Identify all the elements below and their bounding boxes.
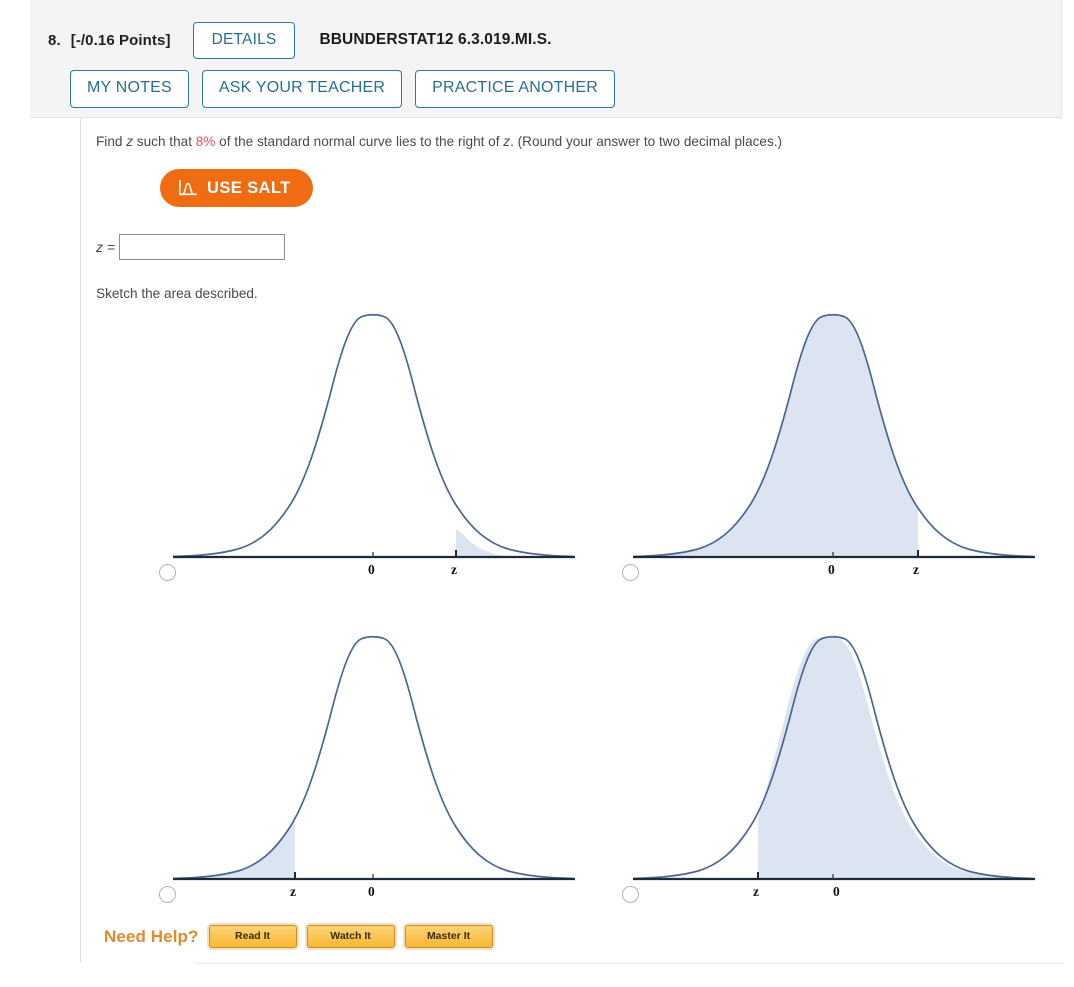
question-prompt: Find z such that 8% of the standard norm… <box>96 132 966 152</box>
tick-label-z: z <box>451 562 457 577</box>
prompt-text-1: Find <box>96 134 127 149</box>
normal-curve <box>172 313 574 558</box>
watch-it-button[interactable]: Watch It <box>306 925 395 948</box>
my-notes-button[interactable]: MY NOTES <box>70 70 189 108</box>
tick-label-0: 0 <box>368 884 375 899</box>
question-points: [-/0.16 Points] <box>70 31 171 49</box>
details-button[interactable]: DETAILS <box>192 22 296 59</box>
prompt-text-4: . (Round your answer to two decimal plac… <box>510 134 783 149</box>
master-it-button[interactable]: Master It <box>404 925 493 948</box>
shaded-area <box>758 636 1028 879</box>
z-answer-row: z = <box>96 234 286 260</box>
bottom-divider <box>195 963 1062 964</box>
prompt-percent: 8% <box>195 134 216 149</box>
shaded-area <box>173 814 295 879</box>
option-b-chart: 0 z <box>615 300 1055 581</box>
need-help-label: Need Help? <box>104 926 199 946</box>
option-d-chart: z 0 <box>615 622 1055 903</box>
z-label: z = <box>96 239 116 255</box>
question-code: BBUNDERSTAT12 6.3.019.MI.S. <box>319 31 552 49</box>
option-a-chart: 0 z <box>150 300 590 581</box>
tick-label-0: 0 <box>368 562 375 577</box>
use-salt-label: USE SALT <box>207 178 291 197</box>
prompt-text-2: such that <box>133 134 196 149</box>
z-input[interactable] <box>119 234 286 260</box>
question-action-buttons: MY NOTES ASK YOUR TEACHER PRACTICE ANOTH… <box>70 70 615 108</box>
practice-another-button[interactable]: PRACTICE ANOTHER <box>415 70 615 108</box>
tick-label-z: z <box>290 884 296 899</box>
shaded-area <box>456 528 575 557</box>
tick-label-z: z <box>753 884 759 899</box>
option-c-radio[interactable] <box>159 886 176 903</box>
option-d-radio[interactable] <box>622 886 639 903</box>
question-title-row: 8. [-/0.16 Points] DETAILS BBUNDERSTAT12… <box>48 22 552 59</box>
sketch-instruction: Sketch the area described. <box>96 286 258 301</box>
shaded-area <box>633 314 918 557</box>
read-it-button[interactable]: Read It <box>208 925 297 948</box>
normal-curve <box>172 635 574 880</box>
option-c-chart: z 0 <box>150 622 590 903</box>
tick-label-z: z <box>913 562 919 577</box>
use-salt-button[interactable]: USE SALT <box>160 169 313 207</box>
tick-label-0: 0 <box>833 884 840 899</box>
prompt-text-3: of the standard normal curve lies to the… <box>215 134 504 149</box>
left-divider <box>80 118 81 963</box>
question-header-panel: 8. [-/0.16 Points] DETAILS BBUNDERSTAT12… <box>30 0 1062 118</box>
normal-curve-icon <box>179 180 197 196</box>
option-b-radio[interactable] <box>622 564 639 581</box>
option-a-radio[interactable] <box>159 564 176 581</box>
prompt-var-z-1: z <box>126 134 134 149</box>
tick-label-0: 0 <box>828 562 835 577</box>
need-help-row: Need Help? Read It Watch It Master It <box>104 925 493 948</box>
ask-your-teacher-button[interactable]: ASK YOUR TEACHER <box>201 70 403 108</box>
question-number: 8. <box>48 31 61 49</box>
